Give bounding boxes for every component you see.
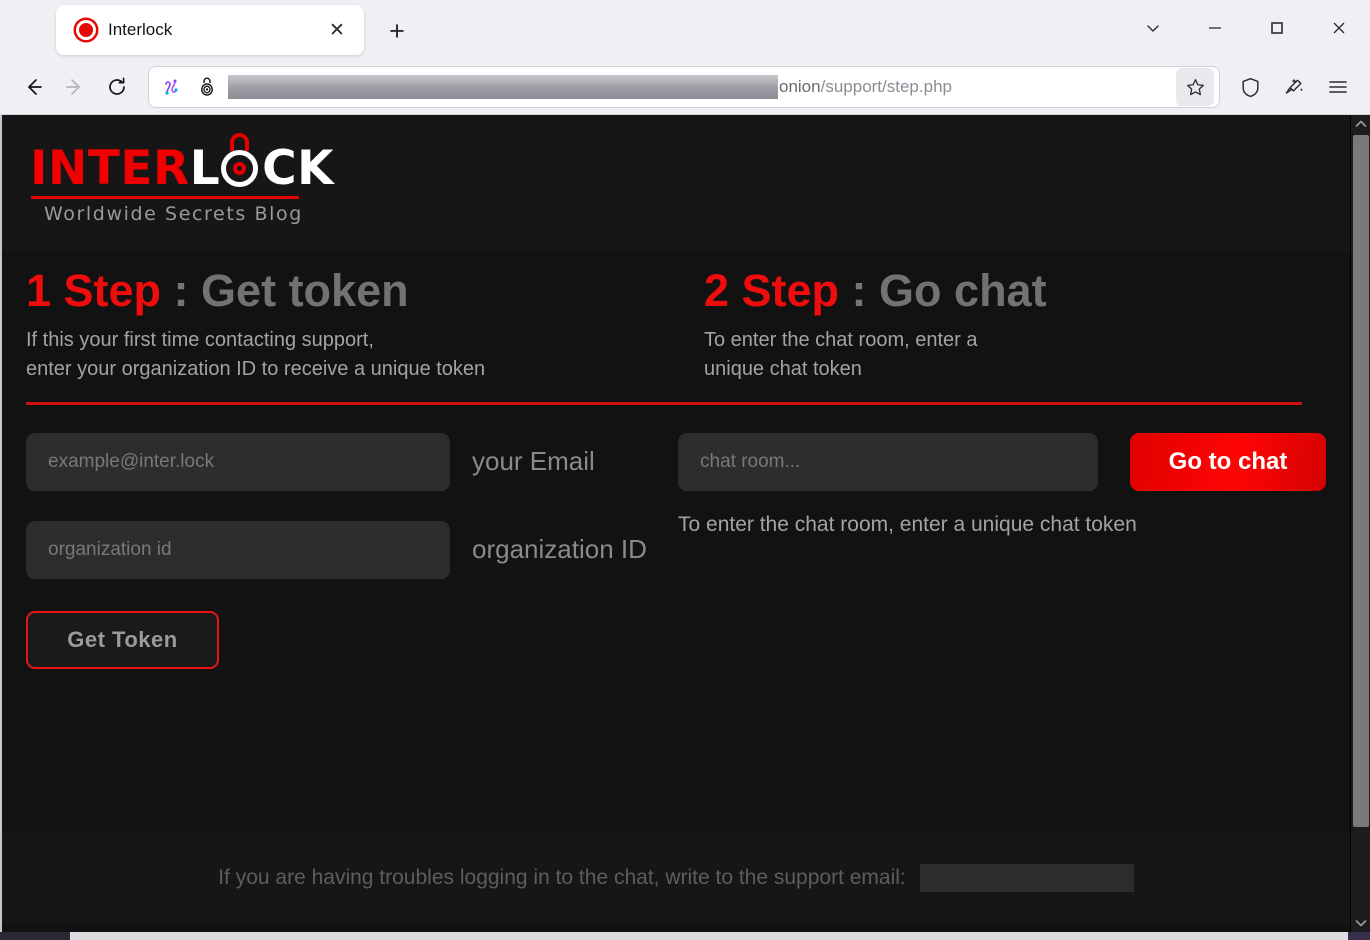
get-token-button[interactable]: Get Token (26, 611, 219, 669)
close-icon[interactable]: ✕ (324, 17, 350, 43)
window-controls (1122, 0, 1370, 56)
padlock-icon (221, 148, 261, 188)
navigation-toolbar: onion/support/step.php (0, 60, 1370, 114)
tor-circuit-icon[interactable] (156, 70, 190, 104)
logo-wordmark: INTERLCK (30, 145, 334, 192)
step-1-heading: Get token (201, 265, 409, 316)
url-bar[interactable]: onion/support/step.php (148, 66, 1220, 108)
step-2-column: 2 Step : Go chat To enter the chat room,… (676, 266, 1326, 384)
os-strip-mid (70, 932, 1348, 940)
vertical-scrollbar[interactable] (1350, 115, 1370, 932)
star-icon[interactable] (1176, 68, 1214, 106)
form-section: your Email organization ID Get Token Go … (2, 405, 1350, 669)
url-host-suffix: onion (779, 77, 821, 96)
step-1-number: 1 Step (26, 265, 161, 316)
url-visible-text: onion/support/step.php (778, 77, 952, 97)
onion-site-icon[interactable] (190, 70, 224, 104)
go-chat-form: Go to chat To enter the chat room, enter… (650, 433, 1326, 669)
padlock-shackle (230, 133, 249, 151)
browser-tab-interlock[interactable]: Interlock ✕ (56, 5, 364, 55)
broom-icon[interactable] (1272, 66, 1316, 108)
reload-icon[interactable] (96, 66, 138, 108)
tab-title: Interlock (108, 20, 312, 40)
get-token-form: your Email organization ID Get Token (26, 433, 650, 669)
step-2-description: To enter the chat room, enter a unique c… (704, 326, 1326, 383)
site-header: INTERLCK Worldwide Secrets Blog (2, 115, 1350, 252)
chat-field-row: Go to chat (678, 433, 1326, 491)
email-field-row: your Email (26, 433, 650, 491)
scroll-up-arrow-icon[interactable] (1351, 115, 1370, 133)
browser-window: Interlock ✕ + (0, 0, 1370, 940)
logo-ck-text: CK (262, 141, 334, 196)
url-redacted-block (228, 75, 778, 99)
shield-icon[interactable] (1228, 66, 1272, 108)
footer-support-text: If you are having troubles logging in to… (218, 866, 906, 890)
steps-section: 1 Step : Get token If this your first ti… (2, 252, 1350, 384)
step-2-colon: : (839, 265, 879, 316)
go-to-chat-button[interactable]: Go to chat (1130, 433, 1326, 491)
logo-tagline: Worldwide Secrets Blog (30, 203, 334, 225)
back-arrow-icon[interactable] (12, 66, 54, 108)
new-tab-button[interactable]: + (380, 14, 414, 48)
url-path: /support/step.php (821, 77, 952, 96)
interlock-logo: INTERLCK Worldwide Secrets Blog (30, 145, 334, 225)
step-1-column: 1 Step : Get token If this your first ti… (26, 266, 676, 384)
step-2-number: 2 Step (704, 265, 839, 316)
footer-redacted-email (920, 864, 1134, 892)
window-close-icon[interactable] (1308, 0, 1370, 56)
minimize-icon[interactable] (1184, 0, 1246, 56)
tab-strip: Interlock ✕ + (0, 0, 1370, 60)
chat-hint-text: To enter the chat room, enter a unique c… (678, 513, 1326, 537)
scrollbar-thumb[interactable] (1353, 135, 1369, 827)
email-input[interactable] (26, 433, 450, 491)
organization-label: organization ID (472, 534, 647, 565)
record-circle-icon (76, 20, 96, 40)
interlock-support-page: INTERLCK Worldwide Secrets Blog 1 Step :… (0, 115, 1350, 932)
scroll-down-arrow-icon[interactable] (1351, 914, 1370, 932)
os-taskbar-edge (0, 932, 1370, 940)
step-2-heading: Go chat (879, 265, 1047, 316)
organization-id-input[interactable] (26, 521, 450, 579)
logo-inter-text: INTER (30, 141, 190, 196)
email-label: your Email (472, 446, 595, 477)
site-footer: If you are having troubles logging in to… (2, 832, 1350, 924)
hamburger-menu-icon[interactable] (1316, 66, 1360, 108)
step-1-description: If this your first time contacting suppo… (26, 326, 676, 383)
maximize-icon[interactable] (1246, 0, 1308, 56)
scrollbar-track[interactable] (1351, 133, 1370, 914)
logo-underline (31, 196, 299, 199)
logo-l-text: L (190, 141, 220, 196)
chat-room-input[interactable] (678, 433, 1098, 491)
forward-arrow-icon (54, 66, 96, 108)
organization-field-row: organization ID (26, 521, 650, 579)
url-text-container[interactable]: onion/support/step.php (228, 66, 1176, 108)
os-strip-left (0, 932, 70, 940)
step-2-title: 2 Step : Go chat (704, 266, 1326, 316)
tab-list-chevron-down-icon[interactable] (1122, 0, 1184, 56)
os-strip-right (1348, 932, 1370, 940)
step-1-colon: : (161, 265, 201, 316)
page-viewport: INTERLCK Worldwide Secrets Blog 1 Step :… (0, 114, 1370, 932)
step-1-title: 1 Step : Get token (26, 266, 676, 316)
